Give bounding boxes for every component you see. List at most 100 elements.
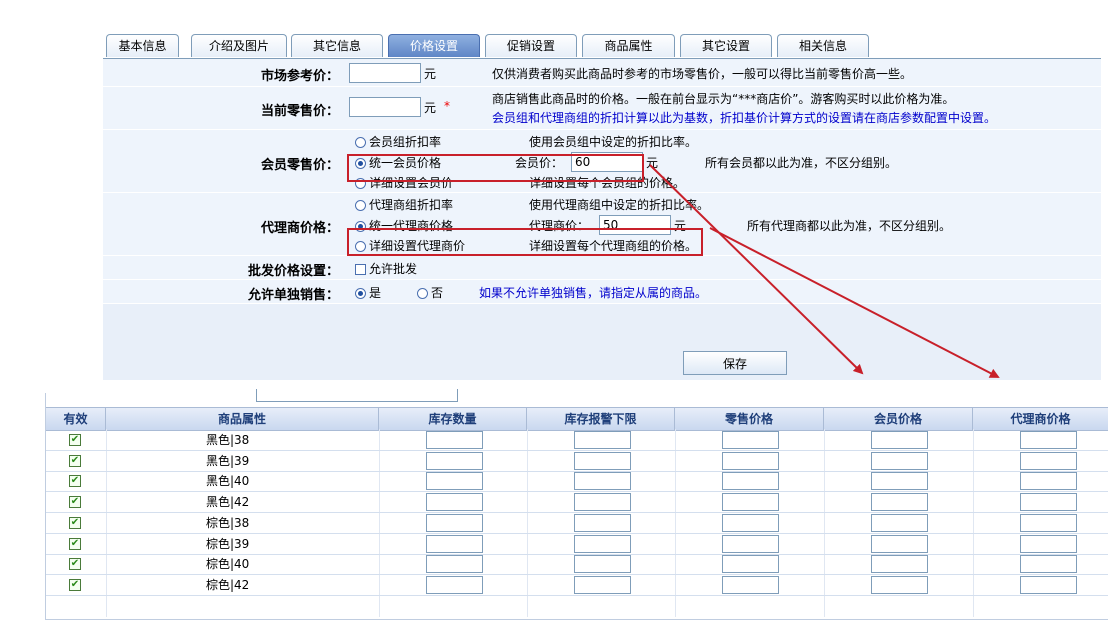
stock-alert-input[interactable]	[574, 534, 631, 553]
valid-checkbox[interactable]: ✔	[69, 537, 81, 550]
stock-alert-input[interactable]	[574, 451, 631, 470]
retail-price-input[interactable]	[722, 451, 779, 470]
stock-alert-input[interactable]	[574, 431, 631, 449]
member-price-input[interactable]	[871, 451, 928, 470]
price-settings-panel: 基本信息 介绍及图片 其它信息 价格设置 促销设置 商品属性 其它设置 相关信息…	[103, 33, 1101, 382]
agent-price-input[interactable]	[1020, 451, 1077, 470]
stock-qty-input[interactable]	[426, 451, 483, 470]
retail-price-input[interactable]	[722, 555, 779, 574]
header-stock-alert: 库存报警下限	[527, 408, 675, 430]
valid-checkbox[interactable]: ✔	[69, 434, 81, 446]
valid-checkbox[interactable]: ✔	[69, 558, 81, 571]
agent-price-input[interactable]	[1020, 513, 1077, 532]
valid-checkbox[interactable]: ✔	[69, 578, 81, 591]
stock-alert-input[interactable]	[574, 575, 631, 594]
wholesale-row: 批发价格设置： 允许批发	[103, 256, 1101, 280]
retail-price-input[interactable]	[722, 513, 779, 532]
attribute-cell: 棕色|39	[206, 536, 250, 551]
member-price-label: 会员零售价：	[260, 158, 339, 173]
agent-price-input[interactable]	[1020, 575, 1077, 594]
tab-related-info[interactable]: 相关信息	[777, 34, 869, 57]
agent-price-input[interactable]	[1020, 472, 1077, 491]
tab-other-settings[interactable]: 其它设置	[680, 34, 772, 57]
member-price-input[interactable]	[871, 493, 928, 512]
market-price-input[interactable]	[349, 63, 421, 83]
agent-highlight-box	[347, 228, 703, 256]
stock-qty-input[interactable]	[426, 575, 483, 594]
valid-checkbox[interactable]: ✔	[69, 454, 81, 467]
attribute-cell: 黑色|40	[206, 474, 250, 489]
member-discount-option[interactable]: 会员组折扣率	[355, 133, 441, 150]
stock-alert-input[interactable]	[574, 493, 631, 512]
attribute-cell: 黑色|38	[206, 433, 250, 447]
single-sale-yes-radio[interactable]: 是	[355, 284, 381, 301]
stock-alert-input[interactable]	[574, 555, 631, 574]
discount-base-note: 会员组和代理商组的折扣计算以此为基数，折扣基价计算方式的设置请在商店参数配置中设…	[492, 111, 997, 125]
header-stock-qty: 库存数量	[379, 408, 527, 430]
radio-selected-icon	[355, 288, 366, 299]
stock-qty-input[interactable]	[426, 431, 483, 449]
stock-alert-input[interactable]	[574, 513, 631, 532]
radio-icon	[355, 137, 366, 148]
agent-price-label: 代理商价格：	[260, 221, 339, 236]
save-bar	[103, 304, 1101, 381]
retail-price-row: 当前零售价： 元 * 商店销售此商品时的价格。一般在前台显示为“***商店价”。…	[103, 87, 1101, 130]
member-price-input[interactable]	[871, 555, 928, 574]
agent-price-input[interactable]	[1020, 555, 1077, 574]
valid-checkbox[interactable]: ✔	[69, 496, 81, 509]
stock-qty-input[interactable]	[426, 493, 483, 512]
valid-checkbox[interactable]: ✔	[69, 475, 81, 488]
retail-price-input[interactable]	[722, 534, 779, 553]
tab-promotion-settings[interactable]: 促销设置	[485, 34, 577, 57]
stock-qty-input[interactable]	[426, 555, 483, 574]
market-price-note: 仅供消费者购买此商品时参考的市场零售价，一般可以得比当前零售价高一些。	[492, 67, 913, 81]
member-price-input[interactable]	[871, 534, 928, 553]
single-sale-no-radio[interactable]: 否	[417, 284, 443, 301]
agent-price-input[interactable]	[1020, 493, 1077, 512]
header-valid: 有效	[46, 408, 106, 430]
retail-price-unit: 元	[424, 101, 437, 115]
market-price-row: 市场参考价： 元 仅供消费者购买此商品时参考的市场零售价，一般可以得比当前零售价…	[103, 59, 1101, 87]
member-price-unit: 元	[646, 156, 659, 170]
market-price-label: 市场参考价：	[260, 69, 339, 84]
table-row: ✔ 黑色|39	[46, 451, 1108, 472]
member-discount-desc: 使用会员组中设定的折扣比率。	[529, 135, 698, 149]
table-row: ✔ 棕色|42	[46, 575, 1108, 596]
tab-product-attributes[interactable]: 商品属性	[582, 34, 675, 57]
stock-qty-input[interactable]	[426, 513, 483, 532]
member-price-input[interactable]	[871, 472, 928, 491]
tab-other-info[interactable]: 其它信息	[291, 34, 383, 57]
single-sale-row: 允许单独销售： 是 否 如果不允许单独销售，请指定从属的商品。	[103, 280, 1101, 304]
member-price-input[interactable]	[871, 513, 928, 532]
stock-qty-input[interactable]	[426, 472, 483, 491]
save-button[interactable]: 保存	[683, 351, 787, 375]
partial-input-field	[256, 389, 458, 402]
member-price-input[interactable]	[871, 431, 928, 449]
retail-price-input[interactable]	[722, 472, 779, 491]
valid-checkbox[interactable]: ✔	[69, 516, 81, 529]
grid-header: 有效 商品属性 库存数量 库存报警下限 零售价格 会员价格 代理商价格	[46, 407, 1108, 431]
retail-price-note: 商店销售此商品时的价格。一般在前台显示为“***商店价”。游客购买时以此价格为准…	[492, 92, 955, 106]
retail-price-input[interactable]	[722, 575, 779, 594]
tab-basic-info[interactable]: 基本信息	[106, 34, 179, 57]
member-price-input[interactable]	[871, 575, 928, 594]
tab-bar: 基本信息 介绍及图片 其它信息 价格设置 促销设置 商品属性 其它设置 相关信息	[103, 33, 1101, 59]
member-uniform-desc: 所有会员都以此为准，不区分组别。	[705, 156, 898, 170]
tab-price-settings[interactable]: 价格设置	[388, 34, 480, 57]
agent-price-input[interactable]	[1020, 431, 1077, 449]
agent-discount-option[interactable]: 代理商组折扣率	[355, 196, 453, 213]
market-price-unit: 元	[424, 67, 437, 81]
table-row: ✔ 黑色|40	[46, 471, 1108, 493]
tab-intro-images[interactable]: 介绍及图片	[191, 34, 287, 57]
retail-price-input[interactable]	[722, 493, 779, 512]
retail-price-input[interactable]	[349, 97, 421, 117]
agent-price-input[interactable]	[1020, 534, 1077, 553]
allow-wholesale-checkbox[interactable]: 允许批发	[355, 260, 417, 277]
radio-icon	[417, 288, 428, 299]
stock-qty-input[interactable]	[426, 534, 483, 553]
header-member-price: 会员价格	[824, 408, 973, 430]
stock-alert-input[interactable]	[574, 472, 631, 491]
attribute-cell: 黑色|42	[206, 495, 250, 510]
retail-price-input[interactable]	[722, 431, 779, 449]
wholesale-label: 批发价格设置：	[247, 264, 339, 279]
